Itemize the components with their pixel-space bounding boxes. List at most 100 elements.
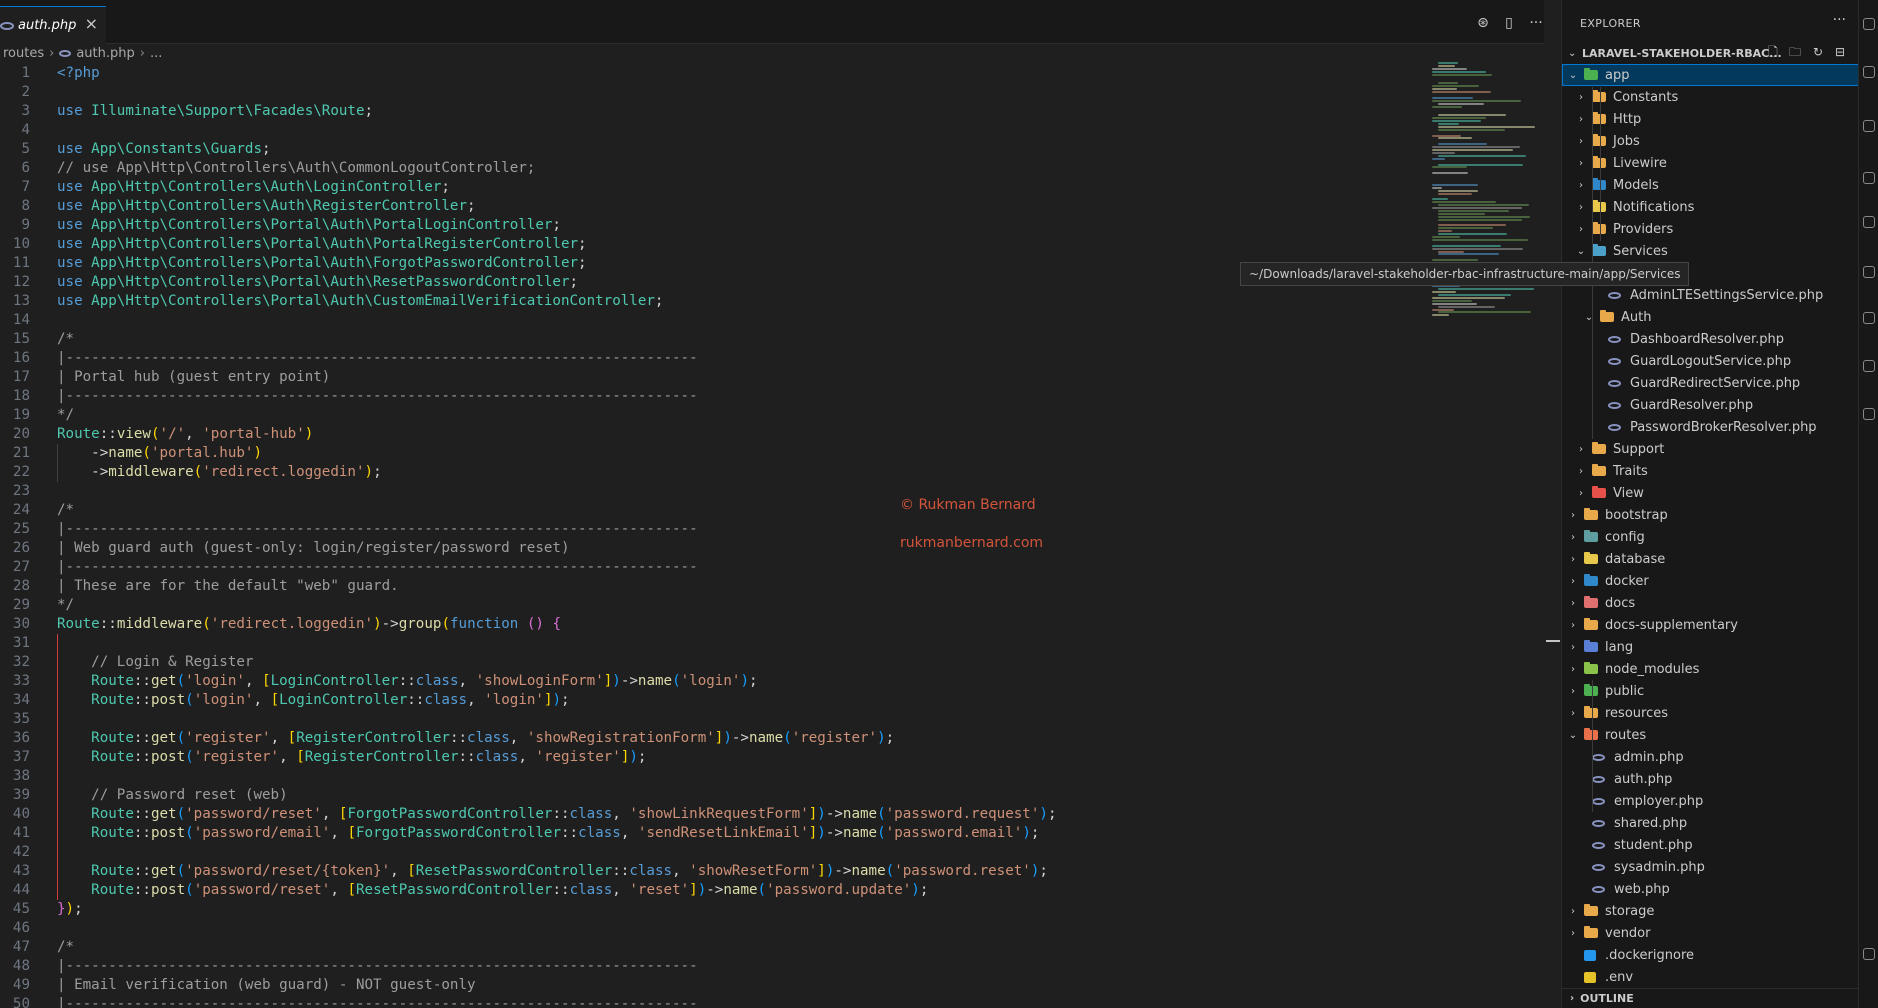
tree-folder[interactable]: › docs — [1562, 592, 1858, 614]
tree-folder[interactable]: › storage — [1562, 900, 1858, 922]
code-line[interactable]: 3 use Illuminate\Support\Facades\Route; — [0, 102, 1440, 121]
run-debug-icon[interactable] — [1863, 172, 1875, 184]
code-line[interactable]: 29 */ — [0, 596, 1440, 615]
tree-folder[interactable]: › Notifications — [1562, 196, 1858, 218]
tree-folder[interactable]: › Models — [1562, 174, 1858, 196]
code-line[interactable]: 30 Route::middleware('redirect.loggedin')… — [0, 615, 1440, 634]
code-line[interactable]: 7 use App\Http\Controllers\Auth\LoginCont… — [0, 178, 1440, 197]
tree-file[interactable]: GuardRedirectService.php — [1562, 372, 1858, 394]
code-line[interactable]: 34 Route::post('login', [LoginController… — [0, 691, 1440, 710]
tree-file[interactable]: student.php — [1562, 834, 1858, 856]
code-line[interactable]: 4 — [0, 121, 1440, 140]
close-icon[interactable]: × — [85, 16, 98, 32]
chat-icon[interactable] — [1863, 18, 1875, 30]
tree-folder[interactable]: ⌄ Auth — [1562, 306, 1858, 328]
code-line[interactable]: 9 use App\Http\Controllers\Portal\Auth\Po… — [0, 216, 1440, 235]
code-line[interactable]: 2 — [0, 83, 1440, 102]
tree-folder[interactable]: ⌄ app — [1562, 64, 1858, 86]
code-line[interactable]: 15 /* — [0, 330, 1440, 349]
tree-folder[interactable]: › View — [1562, 482, 1858, 504]
split-editor-icon[interactable]: ▯ — [1500, 14, 1518, 32]
code-line[interactable]: 44 Route::post('password/reset', [ResetP… — [0, 881, 1440, 900]
source-control-icon[interactable] — [1863, 120, 1875, 132]
tree-folder[interactable]: › Support — [1562, 438, 1858, 460]
code-line[interactable]: 43 Route::get('password/reset/{token}', … — [0, 862, 1440, 881]
code-line[interactable]: 10 use App\Http\Controllers\Portal\Auth\P… — [0, 235, 1440, 254]
breadcrumb-file[interactable]: auth.php — [76, 46, 134, 61]
tree-file[interactable]: .dockerignore — [1562, 944, 1858, 966]
code-line[interactable]: 8 use App\Http\Controllers\Auth\RegisterC… — [0, 197, 1440, 216]
breadcrumb-folder[interactable]: routes — [3, 46, 44, 61]
code-line[interactable]: 50 |-------------------------------------… — [0, 995, 1440, 1008]
code-line[interactable]: 22 ->middleware('redirect.loggedin'); — [0, 463, 1440, 482]
code-line[interactable]: 24 /* — [0, 501, 1440, 520]
scrollbar-thumb[interactable] — [1546, 640, 1560, 642]
code-line[interactable]: 23 — [0, 482, 1440, 501]
code-line[interactable]: 25 |-------------------------------------… — [0, 520, 1440, 539]
database-icon[interactable] — [1863, 408, 1875, 420]
extensions-icon[interactable] — [1863, 216, 1875, 228]
code-line[interactable]: 17 | Portal hub (guest entry point) — [0, 368, 1440, 387]
tree-folder[interactable]: › vendor — [1562, 922, 1858, 944]
testing-icon[interactable] — [1863, 312, 1875, 324]
code-line[interactable]: 33 Route::get('login', [LoginController:… — [0, 672, 1440, 691]
tree-file[interactable]: GuardResolver.php — [1562, 394, 1858, 416]
outline-section[interactable]: › OUTLINE — [1562, 988, 1858, 1008]
code-line[interactable]: 40 Route::get('password/reset', [ForgotP… — [0, 805, 1440, 824]
tree-file[interactable]: admin.php — [1562, 746, 1858, 768]
tree-folder[interactable]: ⌄ Services — [1562, 240, 1858, 262]
code-line[interactable]: 11 use App\Http\Controllers\Portal\Auth\F… — [0, 254, 1440, 273]
code-line[interactable]: 19 */ — [0, 406, 1440, 425]
refresh-icon[interactable]: ↻ — [1811, 45, 1825, 59]
workspace-header[interactable]: ⌄ LARAVEL-STAKEHOLDER-RBAC... 🗋 🗀 ↻ ⊟ — [1562, 42, 1858, 64]
tree-folder[interactable]: › config — [1562, 526, 1858, 548]
new-file-icon[interactable]: 🗋 — [1766, 45, 1780, 59]
code-line[interactable]: 16 |-------------------------------------… — [0, 349, 1440, 368]
account-icon[interactable] — [1863, 948, 1875, 960]
code-line[interactable]: 1 <?php — [0, 64, 1440, 83]
tree-file[interactable]: web.php — [1562, 878, 1858, 900]
code-line[interactable]: 42 — [0, 843, 1440, 862]
code-line[interactable]: 13 use App\Http\Controllers\Portal\Auth\C… — [0, 292, 1440, 311]
code-line[interactable]: 47 /* — [0, 938, 1440, 957]
remote-explorer-icon[interactable] — [1863, 266, 1875, 278]
code-line[interactable]: 32 // Login & Register — [0, 653, 1440, 672]
code-line[interactable]: 48 |-------------------------------------… — [0, 957, 1440, 976]
code-line[interactable]: 28 | These are for the default "web" guar… — [0, 577, 1440, 596]
tree-file[interactable]: PasswordBrokerResolver.php — [1562, 416, 1858, 438]
tree-file[interactable]: shared.php — [1562, 812, 1858, 834]
tree-file[interactable]: AdminLTESettingsService.php — [1562, 284, 1858, 306]
tree-folder[interactable]: › lang — [1562, 636, 1858, 658]
tree-folder[interactable]: › Http — [1562, 108, 1858, 130]
code-line[interactable]: 46 — [0, 919, 1440, 938]
code-line[interactable]: 14 — [0, 311, 1440, 330]
code-line[interactable]: 31 — [0, 634, 1440, 653]
tree-folder[interactable]: › Livewire — [1562, 152, 1858, 174]
more-actions-icon[interactable]: ··· — [1833, 12, 1846, 28]
tree-folder[interactable]: › Providers — [1562, 218, 1858, 240]
containers-icon[interactable] — [1863, 360, 1875, 372]
code-line[interactable]: 6 // use App\Http\Controllers\Auth\Common… — [0, 159, 1440, 178]
tree-folder[interactable]: › node_modules — [1562, 658, 1858, 680]
tree-file[interactable]: GuardLogoutService.php — [1562, 350, 1858, 372]
tree-folder[interactable]: ⌄ routes — [1562, 724, 1858, 746]
code-line[interactable]: 18 |-------------------------------------… — [0, 387, 1440, 406]
code-line[interactable]: 37 Route::post('register', [RegisterCont… — [0, 748, 1440, 767]
code-line[interactable]: 26 | Web guard auth (guest-only: login/re… — [0, 539, 1440, 558]
copilot-icon[interactable]: ⊛ — [1474, 14, 1492, 32]
search-icon[interactable] — [1863, 66, 1875, 78]
code-line[interactable]: 39 // Password reset (web) — [0, 786, 1440, 805]
tree-folder[interactable]: › resources — [1562, 702, 1858, 724]
more-actions-icon[interactable]: ··· — [1527, 14, 1544, 32]
code-line[interactable]: 12 use App\Http\Controllers\Portal\Auth\R… — [0, 273, 1440, 292]
code-line[interactable]: 38 — [0, 767, 1440, 786]
tree-folder[interactable]: › bootstrap — [1562, 504, 1858, 526]
tree-folder[interactable]: › Traits — [1562, 460, 1858, 482]
code-line[interactable]: 35 — [0, 710, 1440, 729]
code-line[interactable]: 20 Route::view('/', 'portal-hub') — [0, 425, 1440, 444]
code-line[interactable]: 21 ->name('portal.hub') — [0, 444, 1440, 463]
tree-file[interactable]: auth.php — [1562, 768, 1858, 790]
tree-folder[interactable]: › docs-supplementary — [1562, 614, 1858, 636]
tree-file[interactable]: employer.php — [1562, 790, 1858, 812]
breadcrumb-more[interactable]: ... — [150, 46, 162, 61]
